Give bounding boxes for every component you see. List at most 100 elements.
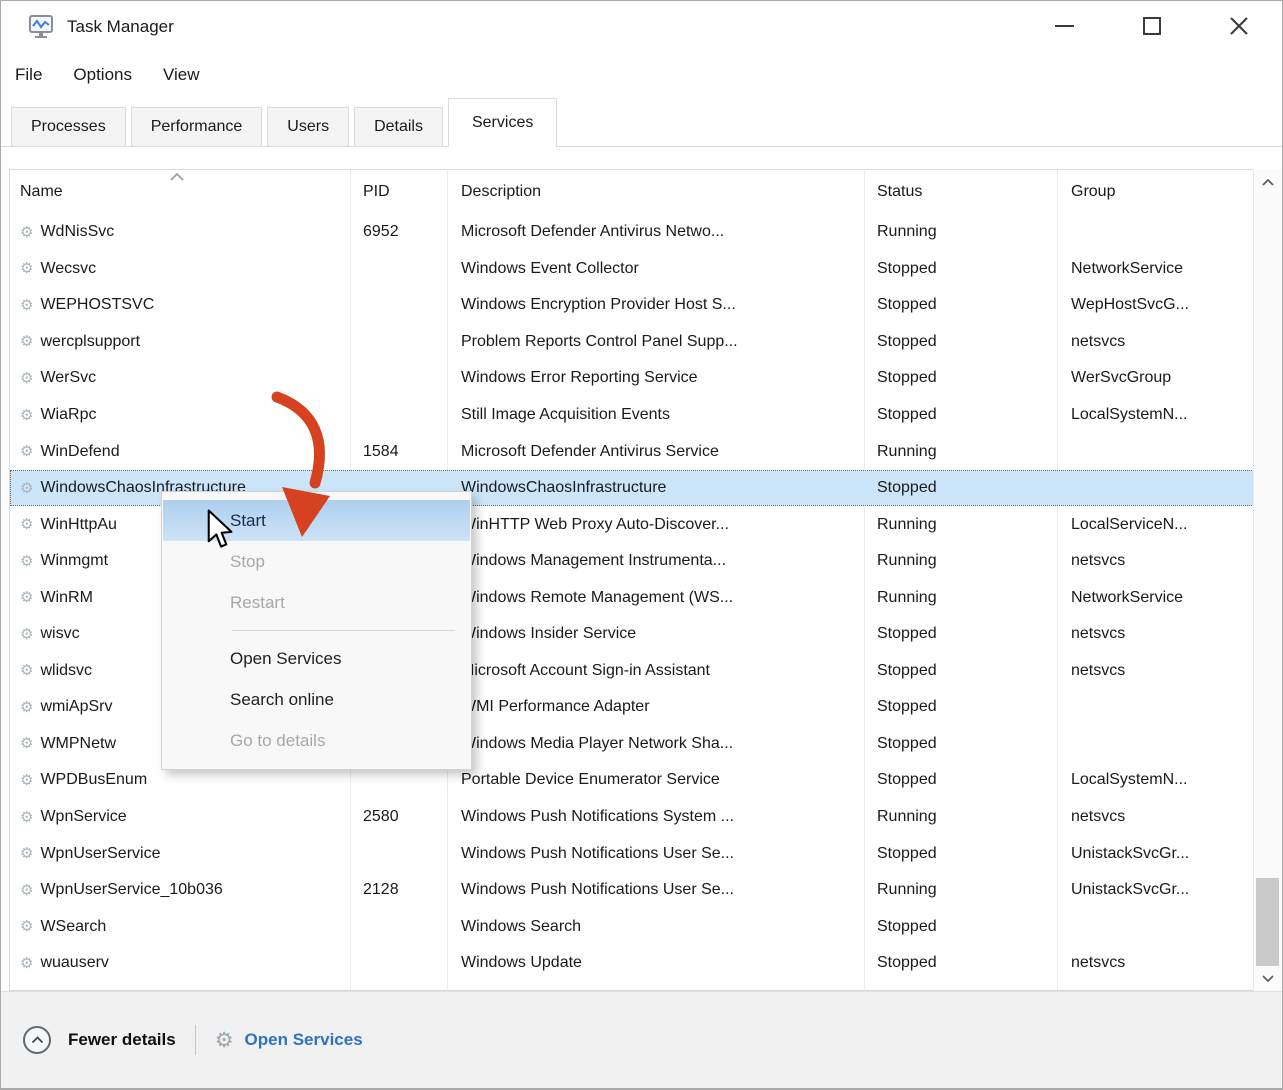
close-icon — [1228, 15, 1250, 37]
cell-group: netsvcs — [1057, 625, 1254, 643]
tab-performance[interactable]: Performance — [131, 107, 263, 147]
service-row[interactable]: ⚙WdNisSvc6952Microsoft Defender Antiviru… — [10, 214, 1254, 251]
cell-status: Running — [864, 589, 1057, 607]
service-gear-icon: ⚙ — [20, 810, 33, 825]
service-row[interactable]: ⚙WSearchWindows SearchStopped — [10, 908, 1254, 945]
cell-description: Windows Insider Service — [447, 625, 864, 643]
cell-group: NetworkService — [1057, 589, 1254, 607]
cell-status: Stopped — [864, 918, 1057, 936]
service-name: wisvc — [40, 625, 79, 643]
cell-status: Stopped — [864, 260, 1057, 278]
cell-description: Windows Remote Management (WS... — [447, 589, 864, 607]
menu-view[interactable]: View — [163, 65, 231, 85]
service-row[interactable]: ⚙WEPHOSTSVCWindows Encryption Provider H… — [10, 287, 1254, 324]
cell-status: Running — [864, 808, 1057, 826]
column-header-description[interactable]: Description — [447, 183, 864, 201]
service-row[interactable]: ⚙WpnUserServiceWindows Push Notification… — [10, 835, 1254, 872]
maximize-icon — [1143, 17, 1161, 35]
service-row[interactable]: ⚙ WerSvc Windows Error Reporting ServiceSt… — [10, 360, 1254, 397]
cell-status: Running — [864, 516, 1057, 534]
service-gear-icon: ⚙ — [20, 261, 33, 276]
context-menu-item-search-online[interactable]: Search online — [162, 679, 471, 720]
chevron-down-icon — [1262, 975, 1274, 982]
menu-options[interactable]: Options — [73, 65, 163, 85]
cell-status: Stopped — [864, 625, 1057, 643]
tab-users[interactable]: Users — [267, 107, 349, 147]
service-gear-icon: ⚙ — [20, 298, 33, 313]
service-name: WpnService — [40, 808, 126, 826]
context-menu-item-go-to-details: Go to details — [162, 720, 471, 761]
service-row[interactable]: ⚙WecsvcWindows Event CollectorStoppedNet… — [10, 251, 1254, 288]
column-header-status[interactable]: Status — [864, 183, 1057, 201]
cell-status: Running — [864, 443, 1057, 461]
service-name: WpnUserService_10b036 — [40, 881, 222, 899]
cell-description: Windows Update — [447, 954, 864, 972]
scroll-down-button[interactable] — [1254, 965, 1281, 991]
close-button[interactable] — [1195, 1, 1282, 51]
cell-description: Windows Error Reporting Service — [447, 369, 864, 387]
services-gear-icon: ⚙ — [215, 1030, 234, 1051]
cell-status: Running — [864, 881, 1057, 899]
context-menu-item-start[interactable]: Start — [163, 500, 470, 541]
service-name: WMPNetw — [40, 735, 116, 753]
service-name: WerSvc — [40, 369, 96, 387]
cell-status: Stopped — [864, 333, 1057, 351]
cell-name: ⚙WPDBusEnum — [10, 771, 350, 789]
cell-group: WepHostSvcG... — [1057, 296, 1254, 314]
service-gear-icon: ⚙ — [20, 663, 33, 678]
tab-processes[interactable]: Processes — [11, 107, 126, 147]
service-gear-icon: ⚙ — [20, 481, 33, 496]
service-row[interactable]: ⚙WinDefend1584Microsoft Defender Antivir… — [10, 433, 1254, 470]
cell-status: Stopped — [864, 735, 1057, 753]
title-bar: Task Manager — [1, 1, 1282, 53]
service-gear-icon: ⚙ — [20, 371, 33, 386]
context-menu-separator — [232, 630, 455, 631]
cell-status: Stopped — [864, 296, 1057, 314]
service-gear-icon: ⚙ — [20, 554, 33, 569]
service-row[interactable]: ⚙WpnUserService_10b0362128Windows Push N… — [10, 872, 1254, 909]
service-name: WinRM — [40, 589, 92, 607]
minimize-button[interactable] — [1021, 1, 1108, 51]
cell-status: Stopped — [864, 662, 1057, 680]
menu-bar: FileOptionsView — [1, 53, 1282, 97]
minimize-icon — [1055, 25, 1074, 27]
open-services-link[interactable]: Open Services — [245, 1030, 363, 1050]
context-menu-item-open-services[interactable]: Open Services — [162, 638, 471, 679]
cell-group: netsvcs — [1057, 954, 1254, 972]
service-row[interactable]: ⚙wuauservWindows UpdateStoppednetsvcs — [10, 945, 1254, 982]
context-menu: StartStopRestartOpen ServicesSearch onli… — [161, 491, 472, 770]
service-name: WSearch — [40, 918, 106, 936]
cell-description: Microsoft Defender Antivirus Netwo... — [447, 223, 864, 241]
fewer-details-label[interactable]: Fewer details — [68, 1030, 176, 1050]
cell-description: Microsoft Defender Antivirus Service — [447, 443, 864, 461]
service-gear-icon: ⚙ — [20, 919, 33, 934]
cell-status: Stopped — [864, 369, 1057, 387]
column-header-pid[interactable]: PID — [350, 183, 447, 201]
tab-details[interactable]: Details — [354, 107, 443, 147]
service-row[interactable]: ⚙WiaRpcStill Image Acquisition EventsSto… — [10, 397, 1254, 434]
maximize-button[interactable] — [1108, 1, 1195, 51]
tab-services[interactable]: Services — [448, 98, 557, 147]
cell-name: ⚙WdNisSvc — [10, 223, 350, 241]
menu-file[interactable]: File — [15, 65, 73, 85]
scroll-up-button[interactable] — [1254, 169, 1281, 195]
service-row[interactable]: ⚙wercplsupportProblem Reports Control Pa… — [10, 324, 1254, 361]
column-header-name[interactable]: Name — [10, 183, 350, 201]
vertical-scrollbar[interactable] — [1253, 169, 1281, 991]
cell-name: ⚙ WpnService — [10, 808, 350, 826]
fewer-details-button[interactable] — [23, 1026, 51, 1054]
cell-description: Windows Push Notifications System ... — [447, 808, 864, 826]
service-row[interactable]: ⚙ WpnService 2580Windows Push Notification… — [10, 799, 1254, 836]
scrollbar-thumb[interactable] — [1256, 878, 1279, 966]
cell-description: Windows Management Instrumenta... — [447, 552, 864, 570]
cell-pid: 2580 — [350, 808, 447, 826]
service-gear-icon: ⚙ — [20, 736, 33, 751]
cell-group: LocalSystemN... — [1057, 406, 1254, 424]
service-gear-icon: ⚙ — [20, 590, 33, 605]
service-name: wmiApSrv — [40, 698, 112, 716]
cell-description: Windows Media Player Network Sha... — [447, 735, 864, 753]
cell-description: Portable Device Enumerator Service — [447, 771, 864, 789]
service-name: Winmgmt — [40, 552, 108, 570]
cell-description: WinHTTP Web Proxy Auto-Discover... — [447, 516, 864, 534]
column-header-group[interactable]: Group — [1057, 183, 1254, 201]
